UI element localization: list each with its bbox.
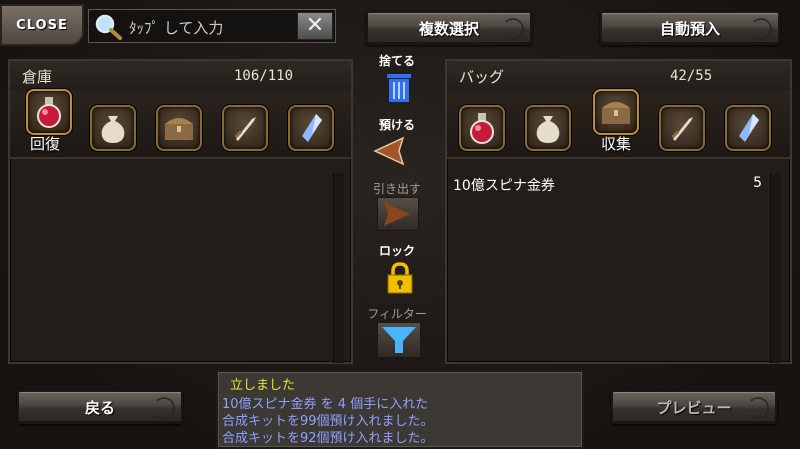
- withdraw-label: 引き出す: [372, 182, 421, 196]
- sack-icon: [101, 116, 125, 143]
- bag-tab-label: 収集: [601, 135, 632, 153]
- back-button[interactable]: 戻る: [17, 390, 183, 424]
- multi-select-label: 複数選択: [418, 19, 479, 38]
- item-name: 10億スピナ金券: [453, 178, 555, 194]
- storage-title: 倉庫: [22, 68, 53, 86]
- log-line: 立しました: [230, 378, 296, 393]
- storage-header: 倉庫 106/110: [10, 61, 351, 92]
- filter-icon: [382, 327, 416, 353]
- storage-tab-crystal[interactable]: [288, 105, 334, 151]
- storage-tab-chest[interactable]: [156, 105, 202, 151]
- sword-icon: [234, 117, 256, 141]
- filter-button[interactable]: [377, 322, 421, 358]
- bag-scrollbar[interactable]: [770, 173, 781, 363]
- search-icon: [95, 14, 122, 40]
- bag-tabs: 収集: [447, 89, 790, 159]
- auto-deposit-label: 自動預入: [659, 19, 720, 38]
- preview-label: プレビュー: [656, 398, 732, 417]
- trash-icon: [387, 74, 411, 102]
- message-log: 立しました 10億スピナ金券 を 4 個手に入れた 合成キットを99個預け入れま…: [216, 370, 584, 449]
- bag-tab-weapon[interactable]: [659, 105, 705, 151]
- clear-search-button[interactable]: ✕: [297, 12, 333, 40]
- bag-header: バッグ 42/55: [447, 61, 790, 92]
- close-icon: ✕: [305, 13, 325, 38]
- preview-button[interactable]: プレビュー: [611, 390, 777, 424]
- storage-tabs: 回復: [10, 89, 351, 159]
- deposit-button[interactable]: [373, 136, 407, 166]
- storage-panel: 倉庫 106/110 回復: [8, 59, 353, 364]
- close-label: CLOSE: [16, 17, 68, 33]
- item-quantity: 5: [753, 175, 762, 191]
- storage-scrollbar[interactable]: [333, 173, 344, 363]
- storage-count: 106/110: [234, 68, 294, 84]
- lock-button[interactable]: [385, 261, 415, 295]
- close-button[interactable]: CLOSE: [0, 4, 84, 46]
- auto-deposit-button[interactable]: 自動預入: [600, 11, 780, 45]
- sword-icon: [671, 117, 693, 141]
- arrow-right-icon: [384, 202, 410, 226]
- bag-tab-crystal[interactable]: [725, 105, 771, 151]
- storage-tab-recovery[interactable]: [26, 89, 72, 135]
- storage-tab-weapon[interactable]: [222, 105, 268, 151]
- storage-tab-label: 回復: [30, 135, 61, 153]
- storage-tab-bag[interactable]: [90, 105, 136, 151]
- chest-icon: [602, 102, 630, 124]
- lock-label: ロック: [378, 244, 415, 258]
- discard-label: 捨てる: [378, 54, 415, 68]
- crystal-icon: [739, 114, 759, 142]
- log-line: 合成キットを92個預け入れました。: [222, 431, 434, 446]
- bag-title: バッグ: [459, 68, 505, 86]
- bag-tab-recovery[interactable]: [459, 105, 505, 151]
- lock-icon: [387, 262, 413, 294]
- search-field[interactable]: ﾀｯﾌﾟ して入力 ✕: [88, 9, 336, 43]
- bag-tab-bag[interactable]: [525, 105, 571, 151]
- bag-panel: バッグ 42/55 収集 10億スピナ金券 5: [445, 59, 792, 364]
- multi-select-button[interactable]: 複数選択: [366, 11, 532, 45]
- bag-count: 42/55: [670, 68, 713, 84]
- crystal-icon: [302, 114, 322, 142]
- bag-tab-collect[interactable]: [593, 89, 639, 135]
- arrow-left-icon: [373, 136, 405, 166]
- list-item[interactable]: 10億スピナ金券 5: [453, 171, 762, 195]
- withdraw-button[interactable]: [377, 197, 419, 231]
- filter-label: フィルター: [367, 307, 427, 321]
- chest-icon: [165, 118, 193, 140]
- search-placeholder: ﾀｯﾌﾟ して入力: [129, 19, 224, 37]
- back-label: 戻る: [84, 398, 115, 417]
- potion-icon: [37, 97, 61, 128]
- deposit-label: 預ける: [378, 118, 415, 132]
- potion-icon: [470, 113, 494, 144]
- sack-icon: [536, 116, 560, 143]
- discard-button[interactable]: [385, 72, 413, 104]
